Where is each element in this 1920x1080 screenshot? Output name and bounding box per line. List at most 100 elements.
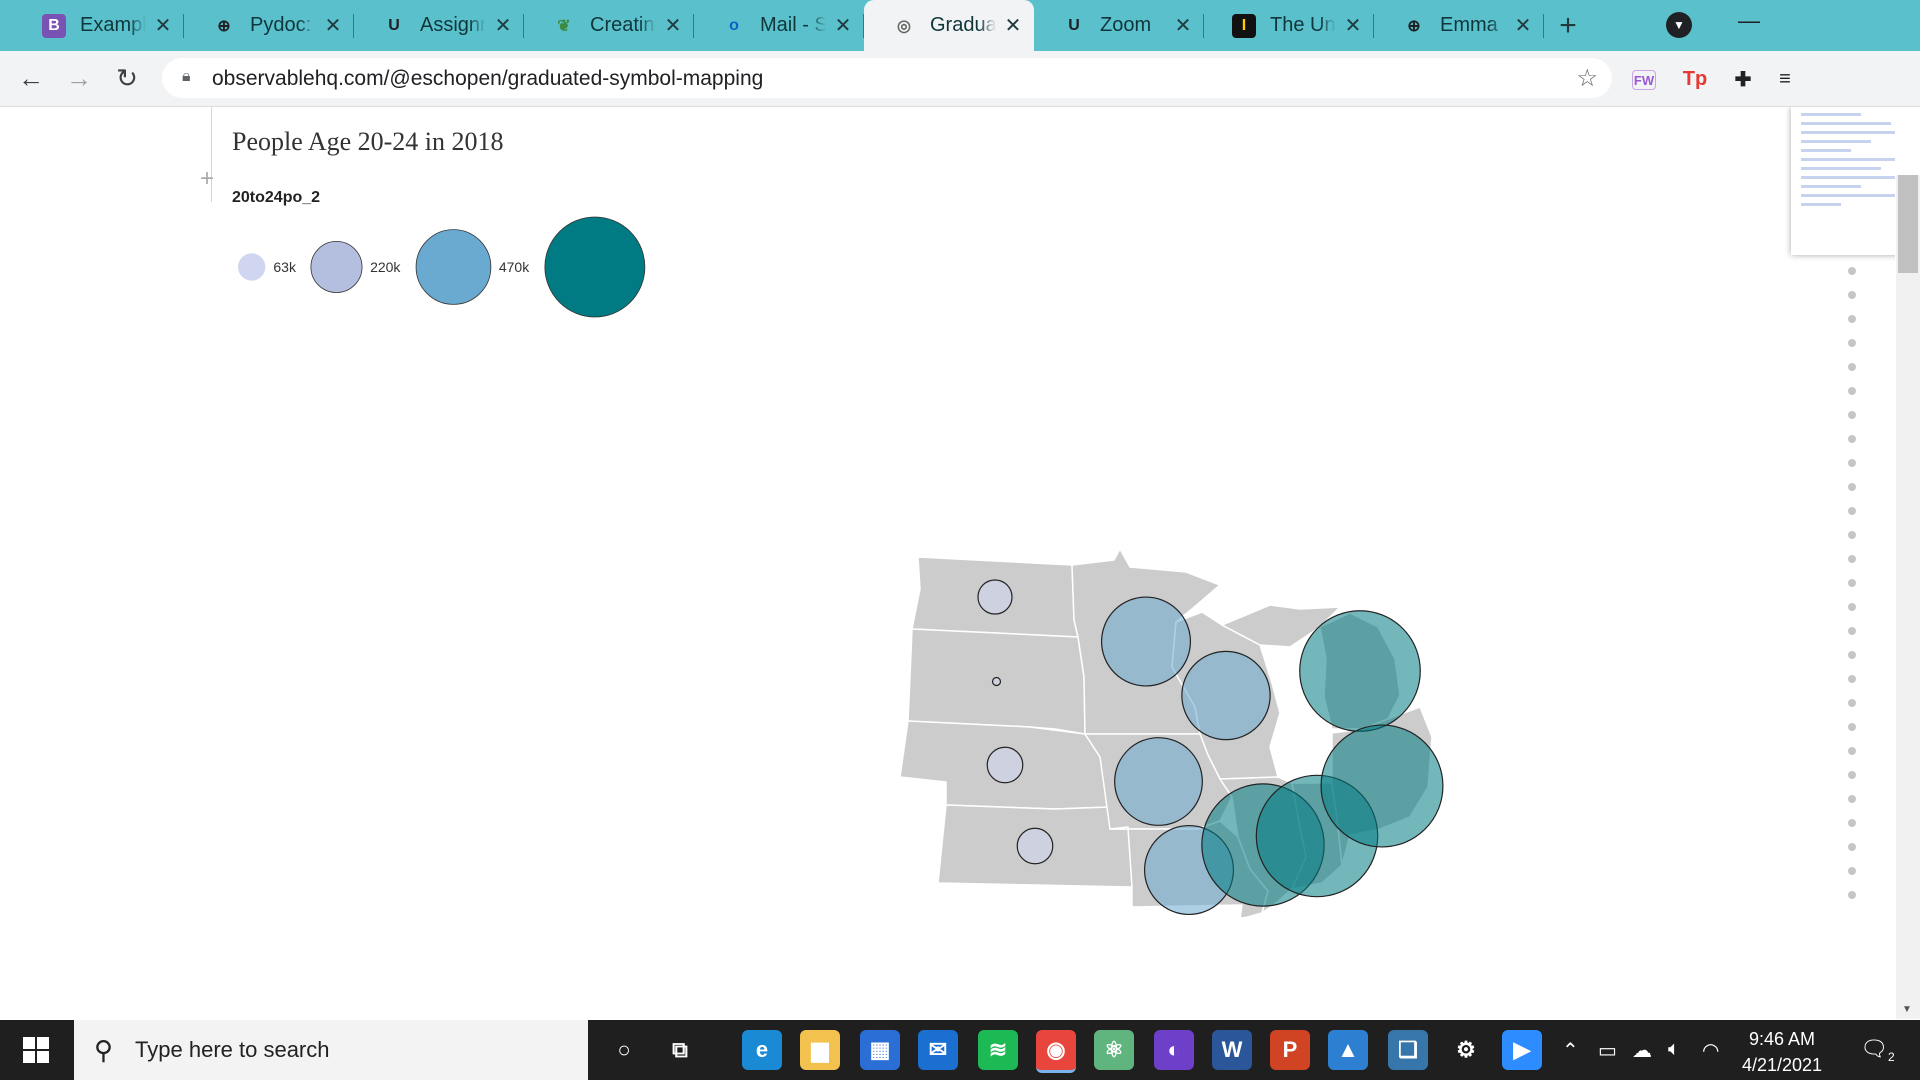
file-explorer-icon[interactable]: ▆ [800, 1030, 840, 1070]
extension-tp-icon[interactable]: Tp [1680, 64, 1710, 94]
close-tab-icon[interactable]: ✕ [1342, 15, 1364, 37]
cell-dot[interactable] [1848, 747, 1856, 755]
chrome-icon[interactable]: ◉ [1036, 1030, 1076, 1073]
close-tab-icon[interactable]: ✕ [832, 15, 854, 37]
scrollbar-thumb[interactable] [1898, 175, 1918, 273]
edge-icon[interactable]: e [742, 1030, 782, 1070]
cell-dot[interactable] [1848, 699, 1856, 707]
address-bar[interactable]: 🔒︎ observablehq.com/@eschopen/graduated-… [162, 58, 1612, 98]
show-hidden-icons-icon[interactable]: ⌃ [1562, 1038, 1579, 1063]
close-tab-icon[interactable]: ✕ [152, 15, 174, 37]
tab-7[interactable]: I The Univ ✕ [1204, 0, 1374, 51]
legend-circle-0 [238, 253, 266, 281]
cell-dot[interactable] [1848, 435, 1856, 443]
map-title: People Age 20-24 in 2018 [232, 127, 504, 156]
close-tab-icon[interactable]: ✕ [1512, 15, 1534, 37]
word-icon[interactable]: W [1212, 1030, 1252, 1070]
cell-dot[interactable] [1848, 459, 1856, 467]
cell-dot[interactable] [1848, 771, 1856, 779]
tab-1[interactable]: ⊕ Pydoc: In ✕ [184, 0, 354, 51]
cell-dot[interactable] [1848, 675, 1856, 683]
cell-dot[interactable] [1848, 795, 1856, 803]
settings-icon[interactable]: ⚙ [1446, 1030, 1486, 1070]
close-tab-icon[interactable]: ✕ [492, 15, 514, 37]
powerpoint-icon[interactable]: P [1270, 1030, 1310, 1070]
tab-5[interactable]: ◎ Graduate ✕ [864, 0, 1034, 51]
photos-icon[interactable]: ▲ [1328, 1030, 1368, 1070]
minimize-button[interactable]: — [1738, 8, 1760, 33]
cell-dot[interactable] [1848, 627, 1856, 635]
spotify-icon[interactable]: ≋ [978, 1030, 1018, 1070]
close-tab-icon[interactable]: ✕ [1172, 15, 1194, 37]
cell-dot[interactable] [1848, 843, 1856, 851]
tab-3[interactable]: ❦ Creating ✕ [524, 0, 694, 51]
cell-dot[interactable] [1848, 555, 1856, 563]
tab-label: Graduate [930, 14, 996, 36]
cell-dot[interactable] [1848, 579, 1856, 587]
cell-dot[interactable] [1848, 483, 1856, 491]
lock-icon: 🔒︎ [182, 68, 191, 85]
extension-fw-icon[interactable]: FW [1632, 70, 1656, 90]
new-tab-button[interactable]: + [1550, 8, 1586, 44]
cell-dot[interactable] [1848, 507, 1856, 515]
cell-dot[interactable] [1848, 867, 1856, 875]
reload-icon[interactable]: ↻ [110, 61, 144, 95]
url-text[interactable]: observablehq.com/@eschopen/graduated-sym… [212, 67, 763, 91]
cell-dot[interactable] [1848, 339, 1856, 347]
symbol-minnesota [1100, 596, 1192, 687]
cell-dot[interactable] [1848, 315, 1856, 323]
tab-6[interactable]: U Zoom ✕ [1034, 0, 1204, 51]
cell-dot[interactable] [1848, 819, 1856, 827]
volume-icon[interactable]: 🔈︎ [1668, 1038, 1680, 1061]
scrollbar-track[interactable] [1896, 175, 1920, 1019]
cell-dot[interactable] [1848, 291, 1856, 299]
cell-dot[interactable] [1848, 531, 1856, 539]
onedrive-cloud-icon[interactable]: ☁ [1632, 1038, 1652, 1063]
battery-icon[interactable]: ▭ [1598, 1038, 1617, 1063]
github-icon[interactable]: ◐ [1154, 1030, 1194, 1070]
cell-dot[interactable] [1848, 603, 1856, 611]
forward-arrow-icon[interactable]: → [62, 61, 96, 95]
mail-icon[interactable]: ✉ [918, 1030, 958, 1070]
cell-dot[interactable] [1848, 651, 1856, 659]
wifi-icon[interactable]: ◠ [1702, 1038, 1719, 1063]
close-tab-icon[interactable]: ✕ [322, 15, 344, 37]
cell-dot[interactable] [1848, 411, 1856, 419]
cell-dot[interactable] [1848, 723, 1856, 731]
taskbar-clock[interactable]: 9:46 AM 4/21/2021 [1732, 1026, 1832, 1078]
tab-label: The Univ [1270, 14, 1336, 36]
windows-start-icon[interactable] [0, 1020, 72, 1080]
tab-search-icon[interactable]: ▼ [1666, 12, 1692, 38]
tab-label: Examples [80, 14, 146, 36]
menu-icon[interactable]: ≡ [1770, 64, 1800, 94]
cell-dot[interactable] [1848, 387, 1856, 395]
minimap-preview[interactable] [1791, 107, 1895, 255]
cell-dot[interactable] [1848, 891, 1856, 899]
python-icon[interactable]: ❑ [1388, 1030, 1428, 1070]
notification-center-icon[interactable]: 🗨︎2 [1860, 1036, 1895, 1064]
zoom-icon[interactable]: ▶ [1502, 1030, 1542, 1070]
cell-dot[interactable] [1848, 267, 1856, 275]
close-tab-icon[interactable]: ✕ [1002, 15, 1024, 37]
taskbar-search-box[interactable]: ⚲ Type here to search [74, 1020, 588, 1080]
extensions-puzzle-icon[interactable]: ✚ [1728, 64, 1758, 94]
store-icon[interactable]: ▦ [860, 1030, 900, 1070]
cell-navigation-dots[interactable] [1847, 267, 1857, 915]
search-icon: ⚲ [94, 1034, 114, 1065]
tab-0[interactable]: B Examples ✕ [14, 0, 184, 51]
tab-4[interactable]: o Mail - Sc ✕ [694, 0, 864, 51]
add-cell-icon[interactable]: + [200, 165, 214, 193]
close-tab-icon[interactable]: ✕ [662, 15, 684, 37]
tab-8[interactable]: ⊕ Emma Sc ✕ [1374, 0, 1544, 51]
tab-2[interactable]: U Assignme ✕ [354, 0, 524, 51]
tab-separator [1543, 14, 1544, 38]
back-arrow-icon[interactable]: ← [14, 61, 48, 95]
cell-dot[interactable] [1848, 363, 1856, 371]
cortana-icon[interactable]: ○ [604, 1030, 644, 1070]
atom-icon[interactable]: ⚛ [1094, 1030, 1134, 1070]
symbol-iowa [1114, 737, 1203, 826]
task-view-icon[interactable]: ⧉ [660, 1030, 700, 1070]
tab-label: Mail - Sc [760, 14, 826, 36]
scroll-down-arrow-icon[interactable]: ▼ [1902, 1004, 1912, 1015]
bookmark-star-icon[interactable]: ☆ [1576, 64, 1598, 93]
